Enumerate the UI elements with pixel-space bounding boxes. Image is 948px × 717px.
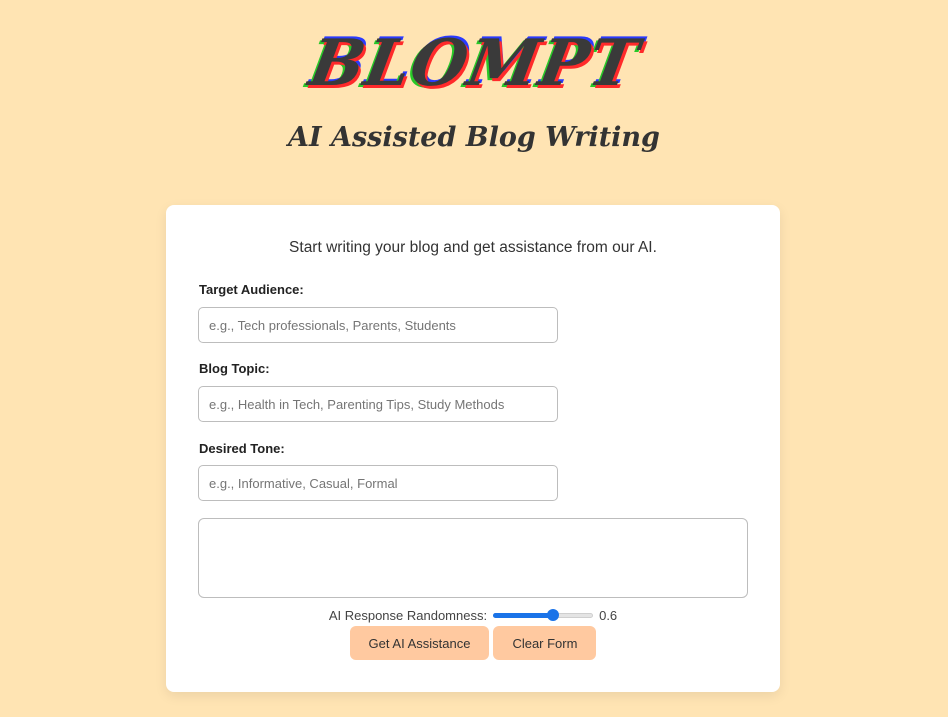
clear-form-button[interactable]: Clear Form	[493, 626, 597, 660]
randomness-slider[interactable]	[493, 609, 594, 621]
blog-topic-input[interactable]	[198, 386, 558, 422]
target-audience-label: Target Audience:	[199, 282, 304, 297]
slider-thumb[interactable]	[547, 609, 560, 621]
form-actions: Get AI Assistance Clear Form	[166, 626, 780, 660]
desired-tone-input[interactable]	[198, 465, 558, 501]
app-subtitle: AI Assisted Blog Writing	[288, 122, 660, 153]
randomness-value: 0.6	[599, 607, 618, 623]
blog-topic-label: Blog Topic:	[199, 361, 270, 376]
target-audience-input[interactable]	[198, 307, 558, 343]
blog-form-card: Start writing your blog and get assistan…	[166, 205, 780, 692]
randomness-control: AI Response Randomness: 0.6	[166, 605, 780, 625]
randomness-label: AI Response Randomness:	[328, 607, 488, 623]
blog-content-textarea[interactable]	[198, 518, 748, 598]
get-ai-assistance-button[interactable]: Get AI Assistance	[349, 626, 490, 660]
form-intro: Start writing your blog and get assistan…	[289, 239, 657, 256]
desired-tone-label: Desired Tone:	[199, 441, 285, 456]
app-logo: BLOMPT	[303, 26, 645, 101]
slider-fill	[493, 613, 554, 618]
